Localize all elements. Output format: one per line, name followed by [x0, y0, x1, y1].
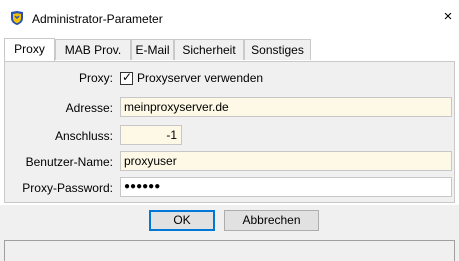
proxy-checkbox[interactable]: ✓ Proxyserver verwenden — [120, 69, 263, 87]
tab-e-mail[interactable]: E-Mail — [131, 39, 174, 60]
status-bar — [0, 233, 459, 261]
window-title: Administrator-Parameter — [32, 12, 163, 26]
port-label: Anschluss: — [54, 129, 113, 143]
username-label: Benutzer-Name: — [25, 155, 113, 169]
address-input[interactable]: meinproxyserver.de — [120, 97, 452, 117]
tab-bar: Proxy MAB Prov. E-Mail Sicherheit Sonsti… — [0, 38, 459, 61]
username-input[interactable]: proxyuser — [120, 151, 452, 171]
shield-icon — [11, 11, 23, 25]
check-icon: ✓ — [122, 69, 133, 84]
port-input[interactable]: -1 — [120, 125, 182, 145]
tab-sicherheit[interactable]: Sicherheit — [174, 39, 244, 60]
cancel-button[interactable]: Abbrechen — [224, 210, 319, 231]
proxy-label: Proxy: — [78, 71, 113, 85]
tab-proxy[interactable]: Proxy — [4, 38, 55, 61]
tab-sonstiges[interactable]: Sonstiges — [244, 39, 311, 60]
checkbox-box[interactable]: ✓ — [120, 69, 133, 85]
tab-mab-prov[interactable]: MAB Prov. — [55, 39, 131, 60]
password-label: Proxy-Password: — [22, 181, 113, 195]
title-bar: Administrator-Parameter × — [0, 0, 459, 36]
status-field — [4, 240, 455, 261]
proxy-checkbox-label: Proxyserver verwenden — [137, 71, 264, 85]
address-label: Adresse: — [65, 101, 113, 115]
proxy-panel: Proxy: ✓ Proxyserver verwenden Adresse: … — [4, 61, 455, 203]
button-row: OK Abbrechen — [0, 205, 459, 233]
ok-button[interactable]: OK — [149, 210, 215, 231]
password-input[interactable]: ●●●●●● — [120, 177, 452, 197]
close-icon[interactable]: × — [440, 8, 456, 26]
